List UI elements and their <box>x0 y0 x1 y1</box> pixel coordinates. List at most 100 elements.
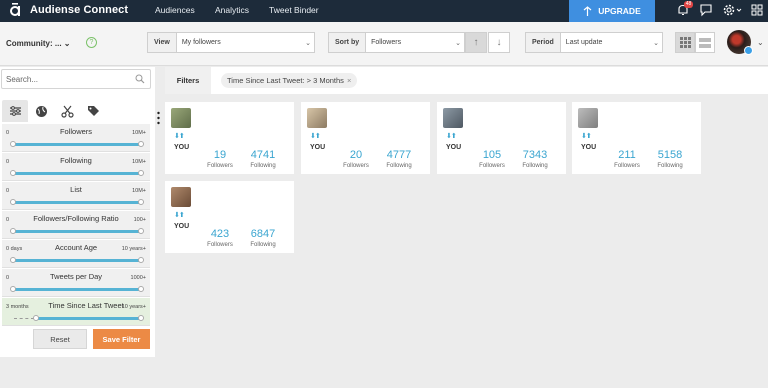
filter-min: 0 <box>6 188 10 194</box>
view-select[interactable]: View My followers ⌄ <box>147 32 315 53</box>
chevron-down-icon: ⌄ <box>653 39 659 47</box>
slider-min-handle[interactable] <box>10 257 16 263</box>
filter-min: 3 months <box>6 304 29 310</box>
filter-name: Tweets per Day <box>49 272 103 281</box>
filter-min: 0 <box>6 159 10 165</box>
user-card[interactable]: ⬇⬆ YOU 105 7343 Followers Following <box>437 102 566 174</box>
slider-min-handle[interactable] <box>10 141 16 147</box>
follow-arrows-icon: ⬇⬆ <box>310 133 321 140</box>
user-card[interactable]: ⬇⬆ YOU 211 5158 Followers Following <box>572 102 701 174</box>
avatar[interactable] <box>171 187 191 207</box>
slider-max-handle[interactable] <box>138 141 144 147</box>
slider-track[interactable] <box>12 288 141 291</box>
filter-tweets-per-day: Tweets per Day 0 1000+ <box>2 269 150 297</box>
twitter-badge-icon <box>744 46 753 55</box>
sliders-icon <box>9 106 21 116</box>
avatar[interactable] <box>578 108 598 128</box>
following-count: 7343 <box>522 149 548 161</box>
filter-account-age: Account Age 0 days 10 years+ <box>2 240 150 268</box>
avatar[interactable] <box>171 108 191 128</box>
list-view-button[interactable] <box>695 32 715 53</box>
sortby-select[interactable]: Sort by Followers ⌄ <box>328 32 465 53</box>
chevron-down-icon[interactable] <box>736 3 742 17</box>
filter-min: 0 <box>6 217 10 223</box>
slider-max-handle[interactable] <box>138 199 144 205</box>
filter-list: List 0 10M+ <box>2 182 150 210</box>
nav-analytics[interactable]: Analytics <box>215 5 249 15</box>
tab-location[interactable] <box>28 100 54 122</box>
search-icon <box>135 74 145 84</box>
filter-name: Following <box>60 156 92 165</box>
reset-button[interactable]: Reset <box>33 329 87 349</box>
followers-caption: Followers <box>614 163 640 169</box>
upgrade-label: UPGRADE <box>598 6 641 16</box>
slider-track[interactable] <box>36 317 141 320</box>
filter-min: 0 <box>6 275 10 281</box>
upgrade-button[interactable]: UPGRADE <box>569 0 655 22</box>
view-label: View <box>148 33 177 52</box>
search-input[interactable]: Search... <box>1 69 151 89</box>
filter-min: 0 <box>6 130 10 136</box>
slider-max-handle[interactable] <box>138 315 144 321</box>
sortby-value: Followers <box>371 39 402 46</box>
chat-icon[interactable] <box>699 3 713 17</box>
filter-max: 10 years+ <box>121 246 146 252</box>
avatar[interactable] <box>307 108 327 128</box>
chevron-down-icon: ⌄ <box>63 39 71 48</box>
slider-min-handle[interactable] <box>10 228 16 234</box>
tab-sliders[interactable] <box>2 100 28 122</box>
nav-audiences[interactable]: Audiences <box>155 5 195 15</box>
filter-chip-label: Time Since Last Tweet: > 3 Months <box>227 76 344 85</box>
chevron-down-icon: ⌄ <box>305 39 311 47</box>
view-value: My followers <box>181 39 221 46</box>
gear-icon[interactable] <box>722 3 736 17</box>
slider-max-handle[interactable] <box>138 228 144 234</box>
grid-view-button[interactable] <box>675 32 695 53</box>
close-icon[interactable]: × <box>347 76 351 85</box>
user-avatar[interactable] <box>727 30 753 55</box>
help-icon[interactable]: ? <box>86 37 97 48</box>
following-count: 5158 <box>657 149 683 161</box>
user-card[interactable]: ⬇⬆ YOU 19 4741 Followers Following <box>165 102 294 174</box>
filter-min: 0 days <box>6 246 23 252</box>
slider-min-handle[interactable] <box>10 170 16 176</box>
chevron-down-icon[interactable]: ⌄ <box>757 38 764 47</box>
apps-grid-icon[interactable] <box>750 3 764 17</box>
slider-max-handle[interactable] <box>138 257 144 263</box>
save-filter-button[interactable]: Save Filter <box>93 329 150 349</box>
avatar[interactable] <box>443 108 463 128</box>
slider-track[interactable] <box>12 259 141 262</box>
period-select[interactable]: Period Last update ⌄ <box>525 32 663 53</box>
following-caption: Following <box>522 163 548 169</box>
grid-icon <box>679 37 691 48</box>
sort-ascending-button[interactable]: ↑ <box>465 32 487 53</box>
filter-time-since-last-tweet: Time Since Last Tweet 3 months 10 years+ <box>2 298 150 326</box>
followers-count: 19 <box>213 149 227 161</box>
tab-scissors[interactable] <box>54 100 80 122</box>
toolbar: Community: ... ⌄ ? View My followers ⌄ S… <box>0 22 768 66</box>
sort-descending-button[interactable]: ↓ <box>488 32 510 53</box>
slider-track[interactable] <box>12 172 141 175</box>
filter-max: 10 years+ <box>121 304 146 310</box>
filter-chip[interactable]: Time Since Last Tweet: > 3 Months × <box>221 73 358 88</box>
nav-tweet-binder[interactable]: Tweet Binder <box>269 5 319 15</box>
slider-min-handle[interactable] <box>10 199 16 205</box>
filter-sidebar: Search... Followers 0 10M+ Following 0 1… <box>0 67 155 357</box>
followers-count: 423 <box>210 228 230 240</box>
you-label: YOU <box>174 144 190 151</box>
slider-min-handle[interactable] <box>10 286 16 292</box>
audiense-logo[interactable] <box>8 2 22 18</box>
slider-min-handle[interactable] <box>33 315 39 321</box>
slider-max-handle[interactable] <box>138 170 144 176</box>
slider-track[interactable] <box>12 143 141 146</box>
user-card[interactable]: ⬇⬆ YOU 423 6847 Followers Following <box>165 181 294 253</box>
slider-max-handle[interactable] <box>138 286 144 292</box>
more-options-icon[interactable] <box>157 111 160 125</box>
slider-track[interactable] <box>12 201 141 204</box>
user-card[interactable]: ⬇⬆ YOU 20 4777 Followers Following <box>301 102 430 174</box>
filter-max: 10M+ <box>132 188 146 194</box>
slider-track[interactable] <box>12 230 141 233</box>
followers-count: 20 <box>349 149 363 161</box>
tab-tags[interactable] <box>80 100 106 122</box>
community-selector[interactable]: Community: ... ⌄ <box>6 39 71 48</box>
